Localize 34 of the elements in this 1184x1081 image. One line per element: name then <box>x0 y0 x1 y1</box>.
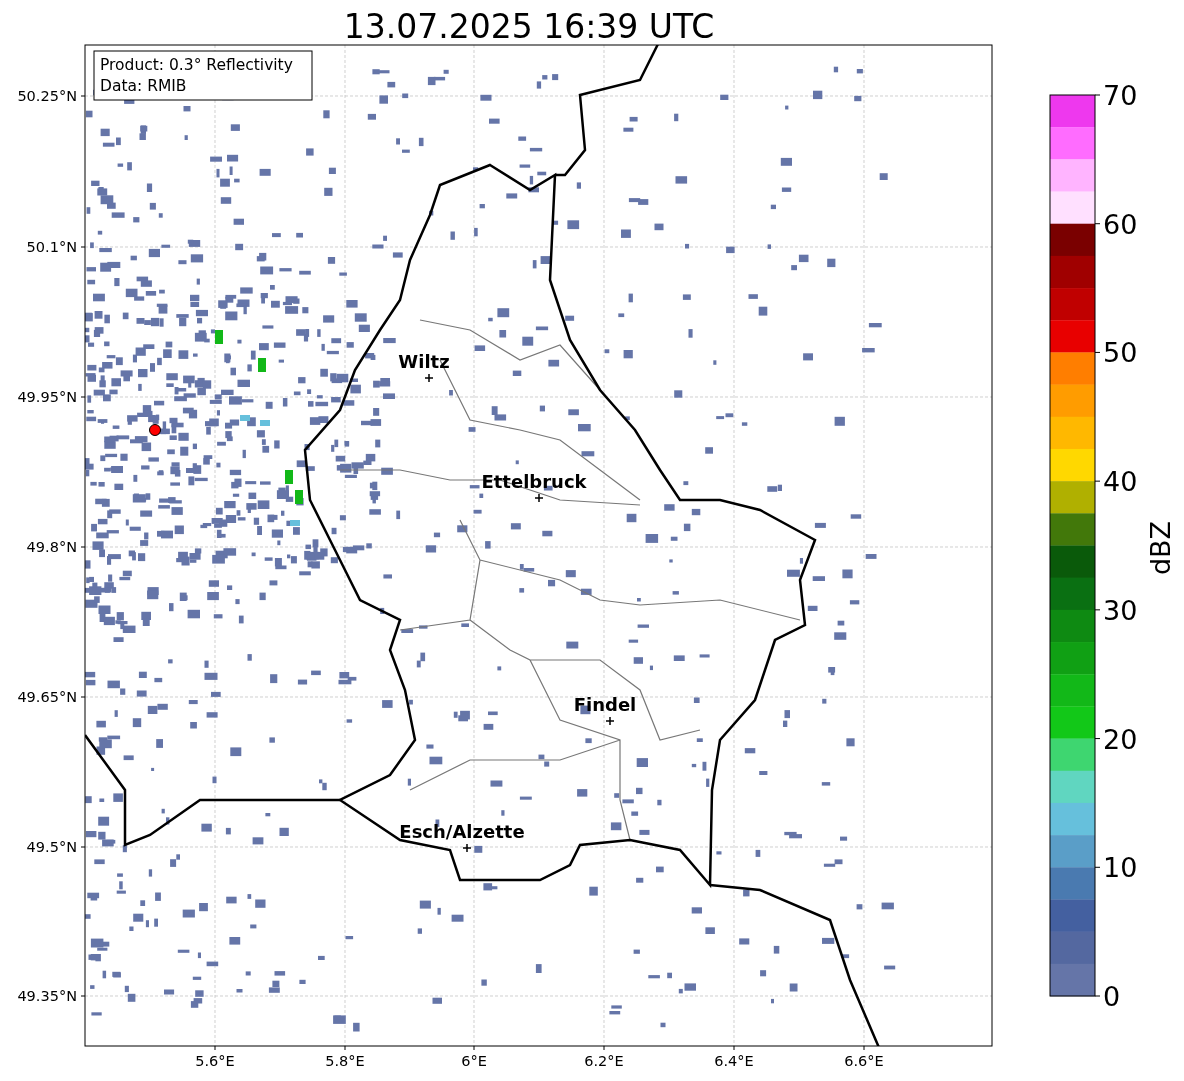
axis-tick-label: 49.8°N <box>26 539 77 555</box>
colorbar-tick-label: 20 <box>1103 723 1138 755</box>
radar-site-icon <box>149 424 161 436</box>
legend-text: Product: 0.3° Reflectivity <box>100 56 293 74</box>
place-label: Ettelbruck <box>481 471 587 492</box>
axis-tick-label: 49.35°N <box>17 988 77 1004</box>
marker-icon <box>462 843 472 853</box>
colorbar-tick-label: 40 <box>1103 466 1138 498</box>
colorbar-tick-label: 70 <box>1103 80 1138 111</box>
colorbar-tick-label: 30 <box>1103 594 1138 626</box>
colorbar-tick-label: 60 <box>1103 208 1138 240</box>
axis-tick-label: 6.6°E <box>844 1053 884 1069</box>
axis-tick-label: 5.8°E <box>325 1053 365 1069</box>
place-label: Wiltz <box>398 351 450 372</box>
colorbar-tick-label: 10 <box>1103 852 1138 884</box>
colorbar-label: dBZ <box>1145 520 1176 576</box>
axis-tick-label: 49.5°N <box>26 839 77 855</box>
colorbar-tick-label: 0 <box>1103 981 1121 1012</box>
axis-tick-label: 50.1°N <box>26 239 77 255</box>
place-label: Esch/Alzette <box>399 821 525 842</box>
axis-tick-label: 5.6°E <box>195 1053 235 1069</box>
chart-title: 13.07.2025 16:39 UTC <box>343 7 715 46</box>
colorbar-tick-label: 50 <box>1103 337 1138 369</box>
axis-tick-label: 6.4°E <box>714 1053 754 1069</box>
place-label: Findel <box>573 694 637 715</box>
axis-tick-label: 6°E <box>461 1053 487 1069</box>
axis-tick-label: 6.2°E <box>584 1053 624 1069</box>
marker-icon <box>424 373 434 383</box>
marker-icon <box>534 493 544 503</box>
marker-icon <box>605 716 615 726</box>
axis-tick-label: 49.65°N <box>17 689 77 705</box>
axis-tick-label: 50.25°N <box>17 88 77 104</box>
axis-tick-label: 49.95°N <box>17 389 77 405</box>
legend-text: Data: RMIB <box>100 77 187 95</box>
